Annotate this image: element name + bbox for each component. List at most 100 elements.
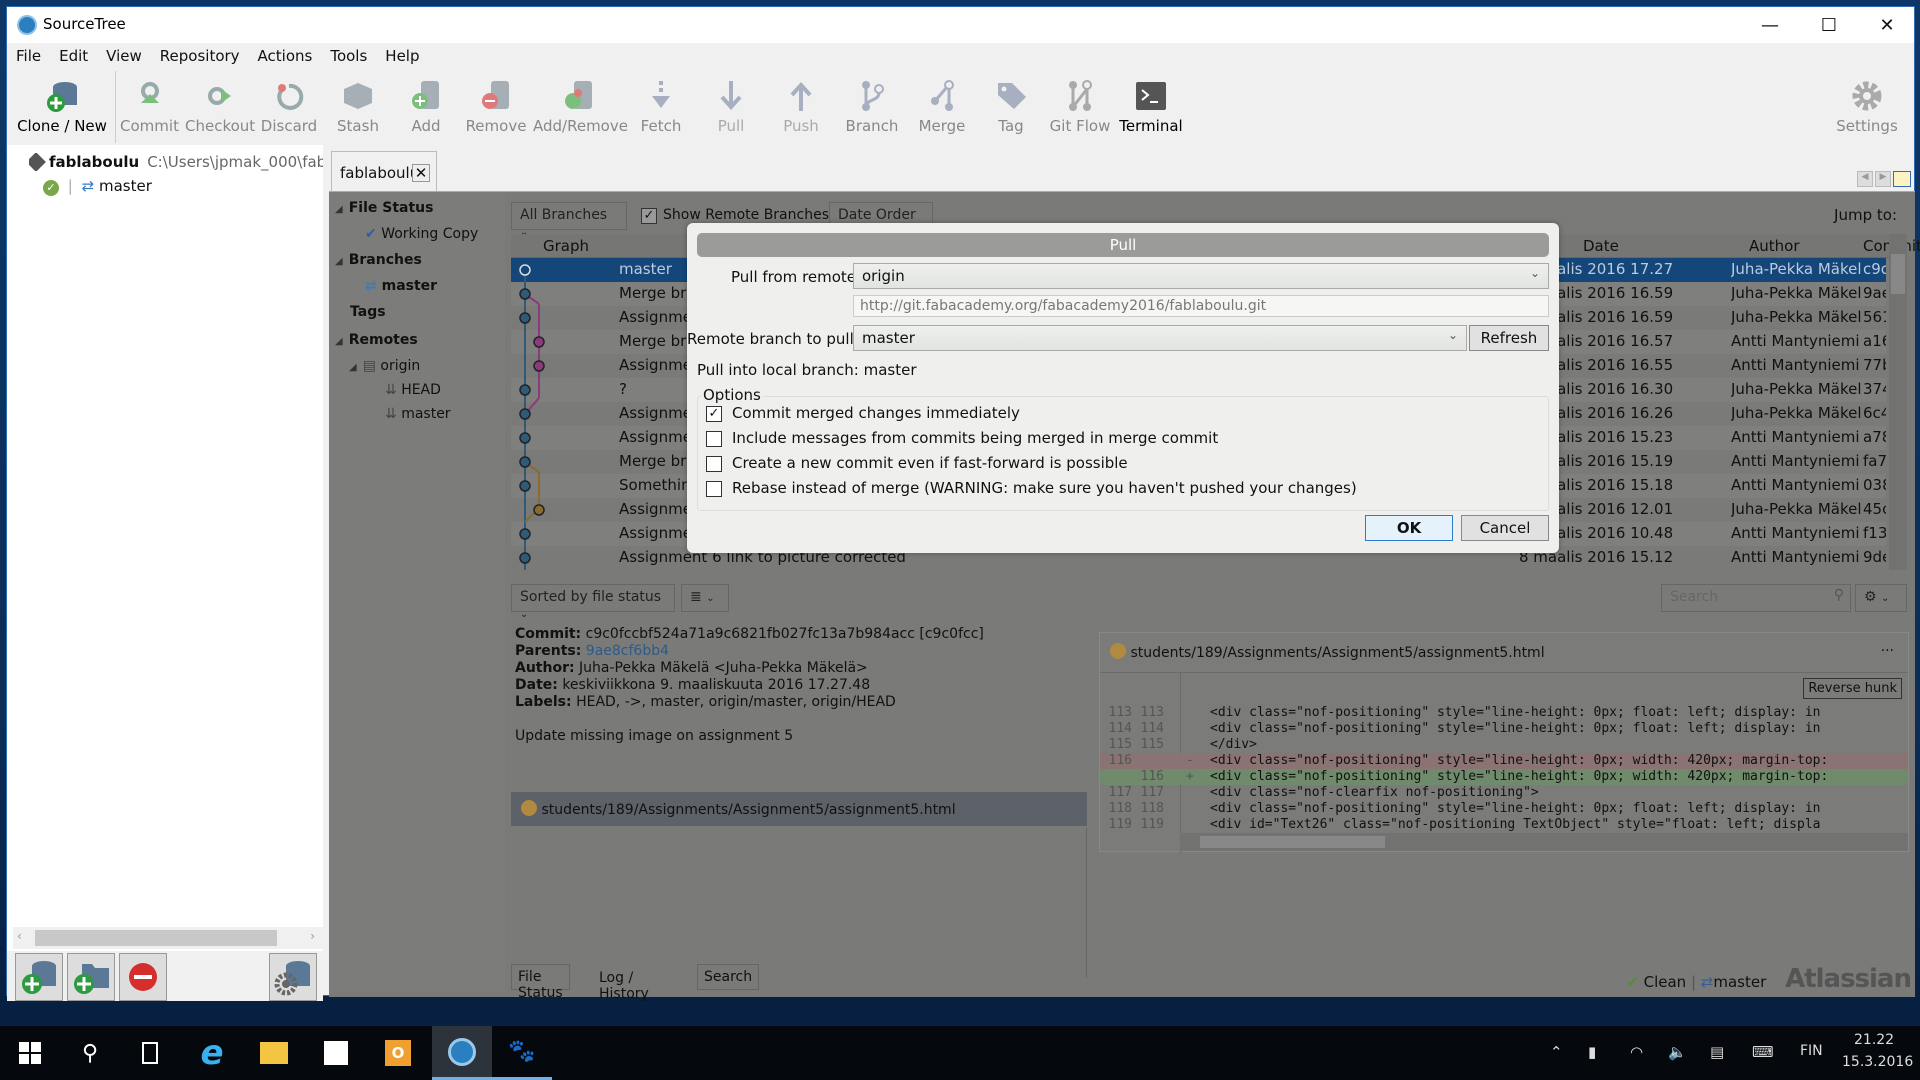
add-remove-button[interactable]: Add/Remove [533,71,628,143]
branch-button[interactable]: Branch [837,71,907,143]
wifi-icon[interactable]: ◠ [1630,1043,1643,1061]
col-graph[interactable]: Graph [543,237,589,255]
pull-button[interactable]: Pull [697,71,765,143]
menu-tools[interactable]: Tools [321,43,376,65]
diff-line[interactable]: 119 119 <div id="Text26" class="nof-posit… [1100,817,1908,833]
branch-filter-select[interactable]: All Branches ⌄ [511,202,627,238]
option-checkbox-rebase[interactable] [706,481,722,497]
col-date[interactable]: Date [1583,237,1619,255]
settings-button[interactable]: Settings [1829,71,1905,143]
tree-file-status[interactable]: ◢ File Status [335,200,433,216]
add-folder-button[interactable] [67,953,115,1001]
commit-node[interactable] [519,432,531,444]
commit-node[interactable] [533,336,545,348]
reverse-hunk-button[interactable]: Reverse hunk [1803,678,1902,699]
commit-node[interactable] [519,408,531,420]
refresh-button[interactable]: Refresh [1469,325,1549,351]
commit-node[interactable] [519,312,531,324]
tree-remote-head[interactable]: ⇊ HEAD [385,382,441,398]
ok-button[interactable]: OK [1365,515,1453,541]
tree-branches[interactable]: ◢ Branches [335,252,422,268]
diff-line[interactable]: 118 118 <div class="nof-positioning" styl… [1100,801,1908,817]
show-hidden-icons[interactable]: ⌃ [1550,1043,1563,1061]
tab-fablaboulu[interactable]: fablaboulu ✕ [331,151,437,193]
option-checkbox-no-fast-forward[interactable] [706,456,722,472]
commit-node[interactable] [533,504,545,516]
commit-node[interactable] [519,264,531,276]
col-author[interactable]: Author [1749,237,1800,255]
diff-line[interactable]: 116 + <div class="nof-positioning" style=… [1100,769,1908,785]
push-button[interactable]: Push [767,71,835,143]
file-explorer-button[interactable] [244,1026,304,1080]
diff-line[interactable]: 117 117 <div class="nof-clearfix nof-posi… [1100,785,1908,801]
clock-time[interactable]: 21.22 [1854,1032,1894,1048]
menu-edit[interactable]: Edit [50,43,97,65]
commit-button[interactable]: Commit [115,71,183,143]
commit-node[interactable] [519,480,531,492]
merge-button[interactable]: Merge [907,71,977,143]
scroll-thumb[interactable] [1891,254,1905,294]
menu-repository[interactable]: Repository [151,43,249,65]
option-checkbox-commit-immediately[interactable]: ✓ [706,406,722,422]
remove-button[interactable]: Remove [461,71,531,143]
add-button[interactable]: Add [393,71,459,143]
tree-remotes[interactable]: ◢ Remotes [335,332,418,348]
cancel-button[interactable]: Cancel [1461,515,1549,541]
commit-node[interactable] [519,384,531,396]
bookmark-settings-button[interactable] [269,953,317,1001]
task-view-button[interactable] [120,1026,180,1080]
log-scrollbar[interactable] [1889,234,1907,570]
discard-button[interactable]: Discard [255,71,323,143]
commit-node[interactable] [519,552,531,564]
clock-date[interactable]: 15.3.2016 [1842,1054,1913,1070]
outlook-button[interactable]: O [368,1026,428,1080]
option-checkbox-include-messages[interactable] [706,431,722,447]
search-taskbar-button[interactable]: ⚲ [60,1026,120,1080]
internet-explorer-button[interactable]: e [182,1026,242,1080]
show-remote-checkbox[interactable]: ✓ [641,208,657,224]
clone-new-button[interactable]: Clone / New [13,71,111,143]
menu-view[interactable]: View [97,43,151,65]
keyboard-icon[interactable]: ⌨ [1752,1043,1774,1061]
diff-line[interactable]: 116 - <div class="nof-positioning" style=… [1100,753,1908,769]
stash-button[interactable]: Stash [325,71,391,143]
view-mode-select[interactable]: ≣ ⌄ [681,584,729,612]
close-tab-icon[interactable]: ✕ [412,164,430,182]
close-button[interactable]: ✕ [1858,7,1916,43]
battery-icon[interactable]: ▮ [1588,1043,1596,1061]
diff-line[interactable]: 113 113 <div class="nof-positioning" styl… [1100,705,1908,721]
tab-scroll-left[interactable]: ◀ [1857,171,1873,187]
sourcetree-taskbar-button[interactable] [432,1026,492,1080]
remove-bookmark-button[interactable] [119,953,167,1001]
menu-help[interactable]: Help [376,43,428,65]
scroll-right-icon[interactable]: › [310,929,315,943]
scroll-thumb[interactable] [35,930,277,946]
sort-select[interactable]: Sorted by file status ⌄ [511,584,675,620]
remote-branch-select[interactable]: master ⌄ [853,325,1467,351]
scroll-thumb[interactable] [1200,836,1385,848]
commit-node[interactable] [519,528,531,540]
add-repository-button[interactable] [15,953,63,1001]
checkout-button[interactable]: Checkout [185,71,255,143]
start-button[interactable] [0,1026,60,1080]
maximize-button[interactable]: ☐ [1800,7,1858,43]
fetch-button[interactable]: Fetch [627,71,695,143]
tree-tags[interactable]: Tags [350,304,386,320]
tree-working-copy[interactable]: ✔ Working Copy [365,226,478,242]
search-input[interactable]: Search ⚲ [1661,584,1851,612]
changed-file-item[interactable]: students/189/Assignments/Assignment5/ass… [511,792,1087,826]
more-options-icon[interactable]: ··· [1881,643,1894,659]
tree-branch-master[interactable]: ⇄ master [365,278,437,294]
volume-icon[interactable]: 🔈 [1668,1043,1687,1061]
tree-remote-origin[interactable]: ◢ ▤ origin [349,358,420,374]
minimize-button[interactable]: — [1741,7,1799,43]
horizontal-scrollbar[interactable]: ‹ › [13,927,323,949]
scroll-left-icon[interactable]: ‹ [17,929,22,943]
git-flow-button[interactable]: Git Flow [1045,71,1115,143]
file-options-button[interactable]: ⚙ ⌄ [1855,584,1907,612]
tab-log-history[interactable]: Log / History [593,966,655,1002]
menu-actions[interactable]: Actions [249,43,322,65]
tab-search[interactable]: Search [697,964,760,990]
diff-horizontal-scrollbar[interactable] [1180,833,1908,851]
commit-node[interactable] [533,360,545,372]
